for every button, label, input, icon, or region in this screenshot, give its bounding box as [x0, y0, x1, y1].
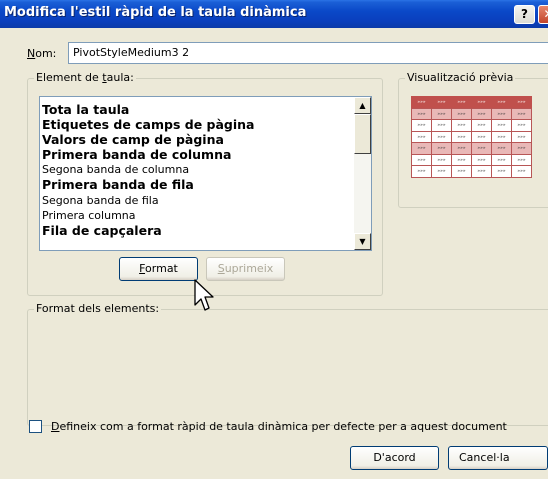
preview-cell: »»» [411, 165, 432, 178]
preview-cell: »»» [471, 165, 492, 178]
preview-cell: »»» [451, 165, 472, 178]
table-element-items: Tota la taula Etiquetes de camps de pàgin… [42, 102, 352, 238]
name-label-accesskey: N [27, 47, 36, 60]
close-button[interactable]: ✕ [538, 5, 548, 24]
preview-table: »»»»»»»»»»»»»»»»»»»»»»»»»»»»»»»»»»»»»»»»… [411, 96, 541, 178]
table-element-list[interactable]: Tota la taula Etiquetes de camps de pàgin… [39, 96, 372, 251]
table-element-legend: Element de taula: [34, 71, 136, 84]
list-item[interactable]: Segona banda de fila [42, 193, 352, 208]
help-button[interactable]: ? [514, 5, 535, 24]
default-style-label[interactable]: Defineix com a format ràpid de taula din… [51, 420, 507, 433]
preview-legend: Visualització prèvia [405, 71, 516, 84]
scroll-thumb[interactable] [354, 114, 371, 154]
preview-row: »»»»»»»»»»»»»»»»»» [411, 107, 541, 120]
list-item[interactable]: Fila de capçalera [42, 223, 352, 238]
list-item[interactable]: Etiquetes de camps de pàgina [42, 117, 352, 132]
preview-row: »»»»»»»»»»»»»»»»»» [411, 165, 541, 178]
element-format-group: Format dels elements: [27, 302, 548, 426]
element-format-legend: Format dels elements: [34, 302, 162, 315]
scroll-up-button[interactable]: ▲ [354, 97, 371, 114]
delete-button-accesskey: S [217, 262, 225, 275]
preview-cell: »»» [511, 165, 532, 178]
name-input[interactable]: PivotStyleMedium3 2 [68, 42, 548, 64]
list-item[interactable]: Primera banda de fila [42, 177, 352, 192]
list-item[interactable]: Primera columna [42, 208, 352, 223]
list-item[interactable]: Segona banda de columna [42, 162, 352, 177]
preview-row: »»»»»»»»»»»»»»»»»» [411, 153, 541, 166]
format-button[interactable]: Format [119, 257, 198, 281]
preview-row: »»»»»»»»»»»»»»»»»» [411, 96, 541, 109]
table-element-legend-rest: aula: [106, 71, 134, 84]
default-style-text: efineix com a format ràpid de taula dinà… [59, 420, 507, 433]
delete-button-label: uprimeix [224, 262, 274, 275]
name-label-text: om: [35, 47, 57, 60]
preview-cell: »»» [491, 165, 512, 178]
list-item[interactable]: Tota la taula [42, 102, 352, 117]
preview-row: »»»»»»»»»»»»»»»»»» [411, 142, 541, 155]
ok-button[interactable]: D'acord [350, 446, 439, 470]
delete-button[interactable]: Suprimeix [206, 257, 285, 281]
preview-cell: »»» [431, 165, 452, 178]
preview-row: »»»»»»»»»»»»»»»»»» [411, 119, 541, 132]
list-item[interactable]: Valors de camp de pàgina [42, 132, 352, 147]
preview-row: »»»»»»»»»»»»»»»»»» [411, 130, 541, 143]
table-element-legend-prefix: Element de [36, 71, 103, 84]
window-title: Modifica l'estil ràpid de la taula dinàm… [4, 5, 307, 20]
default-style-checkbox[interactable] [29, 420, 42, 433]
name-label: Nom: [27, 47, 56, 60]
format-button-label: ormat [145, 262, 178, 275]
list-item[interactable]: Primera banda de columna [42, 147, 352, 162]
mouse-pointer-icon [194, 279, 214, 311]
cancel-button[interactable]: Cancel·la [448, 446, 548, 470]
scroll-down-button[interactable]: ▼ [354, 233, 371, 250]
title-bar: Modifica l'estil ràpid de la taula dinàm… [0, 0, 548, 28]
list-scrollbar[interactable]: ▲ ▼ [354, 97, 371, 250]
